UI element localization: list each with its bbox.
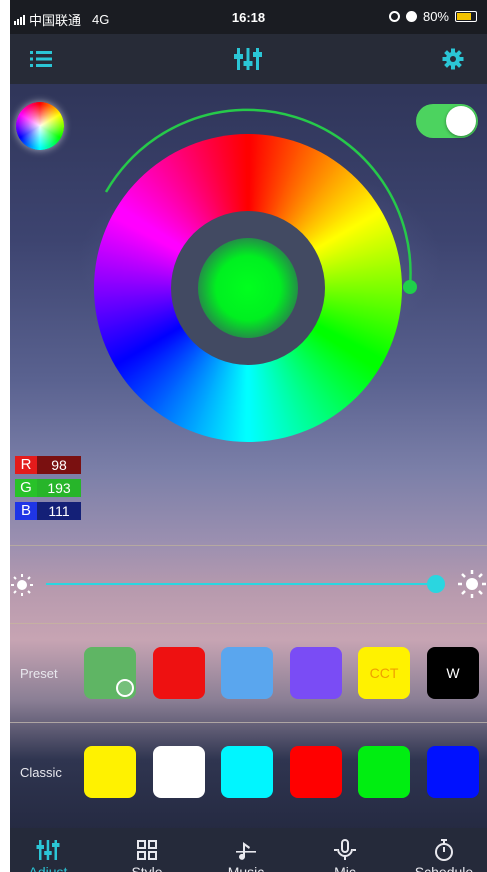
white-label: W [446,665,460,681]
preset-swatch-cct[interactable]: CCT [358,647,410,699]
brightness-slider[interactable] [46,583,444,585]
nav-label-adjust: Adjust [28,864,68,872]
battery-percent: 80% [422,9,449,24]
classic-swatch[interactable] [153,746,205,798]
rgb-value-g: 193 [37,479,81,497]
nav-label-mic: Mic [334,864,356,872]
preset-swatch[interactable] [84,647,136,699]
nav-label-music: Music [227,864,265,872]
alarm-icon [405,11,417,22]
timer-icon [435,839,453,861]
battery-fill [457,13,472,20]
rgb-row-green: G 193 [15,479,81,497]
cct-label: CCT [369,665,399,681]
nav-tab-adjust[interactable]: Adjust [10,828,88,872]
nav-label-schedule: Schedule [414,864,474,872]
battery-icon [455,11,477,22]
classic-swatch[interactable] [290,746,342,798]
preset-swatch[interactable] [153,647,205,699]
classic-swatch[interactable] [221,746,273,798]
power-toggle[interactable] [416,104,478,138]
saturation-handle[interactable] [403,280,417,294]
rgb-label-b: B [15,502,37,520]
check-icon [116,679,134,697]
nav-tab-style[interactable]: Style [107,828,187,872]
divider [10,722,487,723]
preset-swatch[interactable] [221,647,273,699]
music-note-icon [236,842,256,860]
rgb-label-r: R [15,456,37,474]
preset-label: Preset [20,666,58,681]
color-preview [198,238,298,338]
classic-swatch[interactable] [358,746,410,798]
toggle-knob [446,106,476,136]
phone-screen: 中国联通 4G 16:18 80% R 98 G 193 B 111 Prese… [10,0,487,872]
divider [10,623,487,624]
preset-swatch-white[interactable]: W [427,647,479,699]
sun-large-icon [458,570,486,598]
nav-tab-schedule[interactable]: Schedule [404,828,484,872]
classic-label: Classic [20,765,62,780]
brightness-thumb[interactable] [427,575,446,593]
divider [10,545,487,546]
rgb-row-blue: B 111 [15,502,81,520]
color-picker-icon[interactable] [16,102,64,150]
nav-tab-music[interactable]: Music [206,828,286,872]
rgb-row-red: R 98 [15,456,81,474]
rgb-value-r: 98 [37,456,81,474]
equalizer-sliders-icon[interactable] [233,44,263,74]
rgb-value-b: 111 [37,502,81,520]
rgb-label-g: G [15,479,37,497]
status-right: 80% [388,9,477,24]
list-icon[interactable] [26,44,56,74]
gear-icon[interactable] [438,44,468,74]
preset-swatch[interactable] [290,647,342,699]
sun-small-icon [11,574,33,596]
sliders-icon [36,840,60,860]
top-toolbar [10,34,487,84]
classic-swatch[interactable] [427,746,479,798]
nav-label-style: Style [131,864,163,872]
bottom-nav: Adjust Style Music Mic Schedule [10,828,487,872]
microphone-icon [334,839,356,860]
classic-swatch[interactable] [84,746,136,798]
rotation-lock-icon [388,11,400,22]
grid-icon [137,840,157,860]
status-bar: 中国联通 4G 16:18 80% [10,0,487,34]
nav-tab-mic[interactable]: Mic [305,828,385,872]
